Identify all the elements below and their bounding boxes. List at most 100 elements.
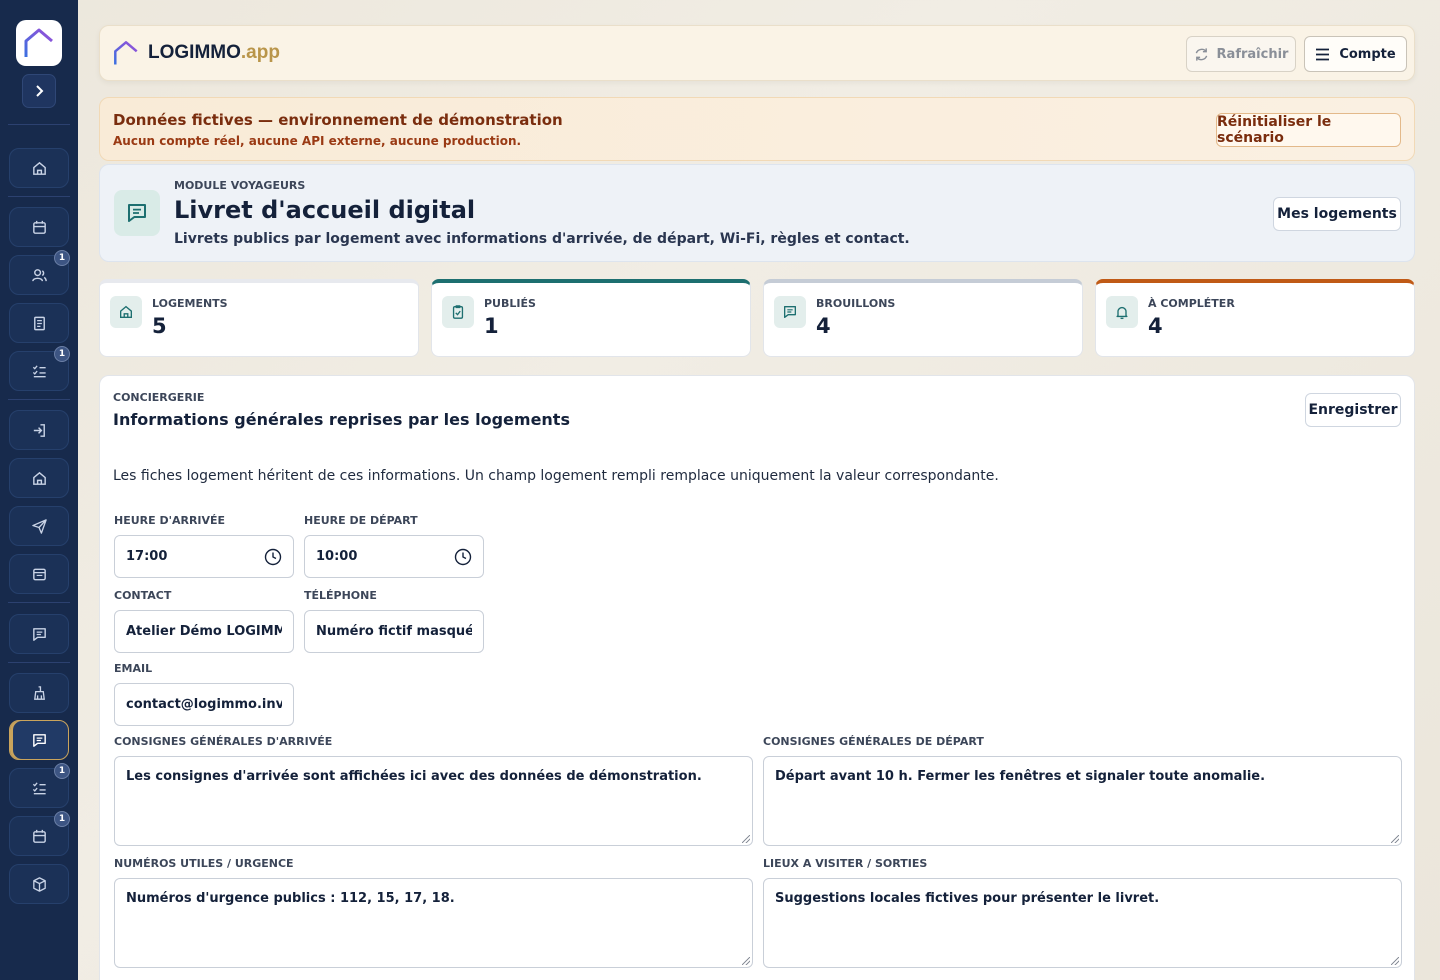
save-button[interactable]: Enregistrer [1305, 393, 1401, 427]
nav-messages[interactable] [9, 614, 69, 654]
my-properties-button[interactable]: Mes logements [1273, 197, 1401, 231]
departure-instructions-label: CONSIGNES GÉNÉRALES DE DÉPART [763, 735, 984, 748]
stat-icon-wrap [774, 296, 806, 328]
clipboard-check-icon [452, 305, 464, 319]
departure-instructions-value: Départ avant 10 h. Fermer les fenêtres e… [775, 769, 1266, 784]
email-label: EMAIL [114, 662, 153, 675]
chevron-right-icon [36, 85, 44, 97]
arrival-instructions-textarea[interactable]: Les consignes d'arrivée sont affichées i… [114, 756, 753, 846]
nav-calendar[interactable] [9, 207, 69, 247]
places-to-visit-value: Suggestions locales fictives pour présen… [775, 891, 1160, 906]
calendar-2-badge: 1 [54, 811, 70, 827]
emergency-numbers-textarea[interactable]: Numéros d'urgence publics : 112, 15, 17,… [114, 878, 753, 968]
sidebar-expand-button[interactable] [22, 74, 56, 108]
arrival-instructions-value: Les consignes d'arrivée sont affichées i… [126, 769, 702, 784]
stat-card-logements: LOGEMENTS 5 [99, 279, 419, 357]
email-value: contact@logimmo.invalid [126, 697, 282, 712]
nav-tasks[interactable]: 1 [9, 346, 70, 391]
home-icon [32, 161, 46, 175]
nav-cleaning[interactable] [9, 673, 69, 713]
home-icon [120, 305, 132, 318]
message-icon [784, 306, 796, 318]
panel-eyebrow: CONCIERGERIE [113, 391, 205, 404]
resize-handle-icon[interactable] [742, 957, 750, 965]
stat-icon-wrap [110, 296, 142, 328]
bell-icon [1116, 306, 1128, 320]
nav-inventory[interactable] [9, 864, 69, 904]
account-button[interactable]: Compte [1304, 36, 1407, 72]
stat-value: 4 [816, 314, 831, 338]
message-icon [32, 627, 46, 641]
phone-input[interactable]: Numéro fictif masqué [304, 610, 484, 653]
stat-value: 1 [484, 314, 499, 338]
nav-properties[interactable] [9, 458, 69, 498]
demo-subtitle: Aucun compte réel, aucune API externe, a… [113, 134, 522, 148]
checklist-icon [32, 364, 46, 377]
resize-handle-icon[interactable] [1391, 835, 1399, 843]
brand[interactable]: LOGIMMO.app [112, 39, 280, 67]
contact-label: CONTACT [114, 589, 172, 602]
departure-time-input[interactable]: 10:00 [304, 535, 484, 578]
clock-icon[interactable] [264, 548, 282, 566]
module-header: MODULE VOYAGEURS Livret d'accueil digita… [99, 164, 1415, 262]
stat-label: À COMPLÉTER [1148, 297, 1235, 310]
departure-instructions-textarea[interactable]: Départ avant 10 h. Fermer les fenêtres e… [763, 756, 1402, 846]
contact-input[interactable]: Atelier Démo LOGIMMO [114, 610, 294, 653]
cleaning-icon [33, 685, 45, 700]
stat-card-publies: PUBLIÉS 1 [431, 279, 751, 357]
resize-handle-icon[interactable] [1391, 957, 1399, 965]
stat-value: 5 [152, 314, 167, 338]
nav-inbox[interactable] [9, 554, 69, 594]
document-icon [33, 316, 45, 330]
arrival-instructions-label: CONSIGNES GÉNÉRALES D'ARRIVÉE [114, 735, 333, 748]
brand-name: LOGIMMO.app [148, 42, 280, 63]
house-logo-icon [114, 41, 138, 66]
users-badge: 1 [54, 250, 70, 266]
inbox-icon [32, 568, 46, 580]
stat-label: LOGEMENTS [152, 297, 228, 310]
home-icon [32, 471, 46, 485]
nav-checkin[interactable] [9, 410, 69, 450]
module-eyebrow: MODULE VOYAGEURS [174, 179, 306, 192]
reset-scenario-button[interactable]: Réinitialiser le scénario [1216, 113, 1401, 147]
login-icon [33, 423, 45, 437]
tasks-2-badge: 1 [54, 763, 70, 779]
users-icon [31, 268, 47, 281]
nav-users[interactable]: 1 [9, 250, 70, 295]
module-icon [114, 190, 160, 236]
stat-label: PUBLIÉS [484, 297, 536, 310]
places-to-visit-textarea[interactable]: Suggestions locales fictives pour présen… [763, 878, 1402, 968]
resize-handle-icon[interactable] [742, 835, 750, 843]
stat-icon-wrap [1106, 296, 1138, 328]
panel-description: Les fiches logement héritent de ces info… [113, 468, 999, 484]
nav-calendar-2[interactable]: 1 [9, 811, 70, 856]
arrival-time-label: HEURE D'ARRIVÉE [114, 514, 226, 527]
nav-send[interactable] [9, 506, 69, 546]
contact-value: Atelier Démo LOGIMMO [126, 624, 282, 639]
app-logo[interactable] [16, 20, 62, 66]
page-subtitle: Livrets publics par logement avec inform… [174, 231, 910, 247]
phone-label: TÉLÉPHONE [304, 589, 377, 602]
email-input[interactable]: contact@logimmo.invalid [114, 683, 294, 726]
refresh-button[interactable]: Rafraîchir [1186, 36, 1296, 72]
calendar-icon [32, 829, 46, 843]
nav-tasks-2[interactable]: 1 [9, 763, 70, 808]
nav-documents[interactable] [9, 303, 69, 343]
arrival-time-input[interactable]: 17:00 [114, 535, 294, 578]
box-icon [32, 876, 46, 892]
sidebar: 1 1 1 1 [0, 0, 78, 980]
message-icon [128, 204, 146, 222]
nav-guidebook[interactable] [9, 720, 69, 760]
places-to-visit-label: LIEUX A VISITER / SORTIES [763, 857, 928, 870]
emergency-numbers-label: NUMÉROS UTILES / URGENCE [114, 857, 294, 870]
nav-dashboard[interactable] [9, 148, 69, 188]
message-icon [32, 733, 46, 747]
departure-time-value: 10:00 [316, 549, 358, 564]
clock-icon[interactable] [454, 548, 472, 566]
menu-icon [1316, 48, 1330, 60]
account-label: Compte [1339, 46, 1396, 62]
checklist-icon [32, 781, 46, 794]
stat-label: BROUILLONS [816, 297, 896, 310]
general-info-panel: CONCIERGERIE Informations générales repr… [99, 375, 1415, 980]
refresh-label: Rafraîchir [1216, 46, 1289, 62]
